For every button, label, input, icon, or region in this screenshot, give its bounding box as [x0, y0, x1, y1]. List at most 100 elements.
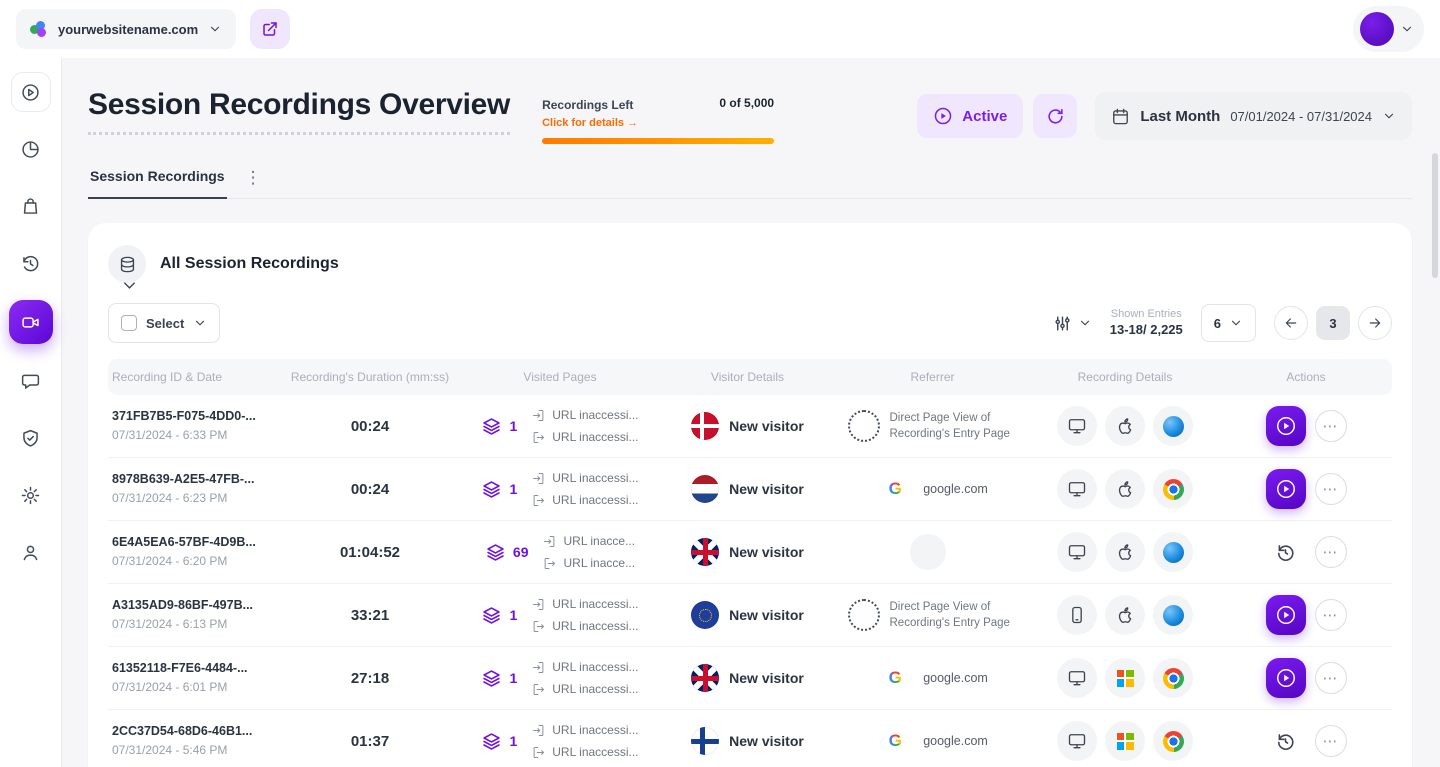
- open-website-button[interactable]: [250, 9, 290, 49]
- sidebar-item-settings[interactable]: [11, 475, 51, 515]
- account-menu[interactable]: [1353, 6, 1424, 52]
- entry-url: URL inaccessi...: [552, 723, 638, 737]
- entry-page-link[interactable]: URL inaccessi...: [531, 471, 638, 486]
- sidebar-item-history[interactable]: [11, 243, 51, 283]
- row-options-button[interactable]: ⋯: [1315, 536, 1347, 568]
- desktop-device-icon: [1057, 721, 1097, 761]
- active-status-button[interactable]: Active: [917, 94, 1023, 138]
- replay-recording-button[interactable]: [1266, 721, 1306, 761]
- entry-url: URL inaccessi...: [552, 660, 638, 674]
- recordings-count: 0 of 5,000: [719, 96, 774, 110]
- refresh-button[interactable]: [1033, 94, 1077, 138]
- edge-browser-icon: [1153, 532, 1193, 572]
- main-content: Session Recordings Overview Recordings L…: [62, 58, 1440, 767]
- replay-recording-button[interactable]: [1266, 532, 1306, 572]
- chrome-browser-icon: [1153, 721, 1193, 761]
- active-label: Active: [962, 108, 1007, 125]
- refresh-icon: [1046, 107, 1065, 126]
- page-entry-icon: [542, 534, 557, 549]
- row-options-button[interactable]: ⋯: [1315, 473, 1347, 505]
- visitor-type: New visitor: [729, 481, 804, 497]
- sidebar-item-feedback[interactable]: [11, 361, 51, 401]
- date-preset: Last Month: [1140, 108, 1220, 125]
- table-row[interactable]: 6E4A5EA6-57BF-4D9B... 07/31/2024 - 6:20 …: [108, 521, 1392, 584]
- scrollbar-thumb[interactable]: [1432, 153, 1438, 278]
- recordings-collection-toggle[interactable]: [108, 245, 146, 283]
- sidebar-item-launch[interactable]: [11, 72, 51, 112]
- page-entry-icon: [531, 471, 546, 486]
- external-link-icon: [261, 20, 279, 38]
- date-range-picker[interactable]: Last Month 07/01/2024 - 07/31/2024: [1095, 92, 1412, 140]
- table-row[interactable]: 2CC37D54-68D6-46B1... 07/31/2024 - 5:46 …: [108, 710, 1392, 767]
- play-recording-button[interactable]: [1266, 469, 1306, 509]
- exit-page-link[interactable]: URL inacce...: [542, 556, 635, 571]
- table-row[interactable]: 8978B639-A2E5-47FB-... 07/31/2024 - 6:23…: [108, 458, 1392, 521]
- page-entry-icon: [531, 660, 546, 675]
- select-all-checkbox[interactable]: [121, 315, 137, 331]
- play-circle-icon: [933, 106, 953, 126]
- sidebar-item-session-recordings[interactable]: [9, 300, 53, 344]
- recording-duration: 27:18: [351, 670, 389, 687]
- scrollbar[interactable]: [1431, 58, 1439, 767]
- exit-page-link[interactable]: URL inaccessi...: [531, 745, 638, 760]
- play-recording-button[interactable]: [1266, 595, 1306, 635]
- sidebar-item-account[interactable]: [11, 532, 51, 572]
- sidebar-item-ecommerce[interactable]: [11, 186, 51, 226]
- table-row[interactable]: 61352118-F7E6-4484-... 07/31/2024 - 6:01…: [108, 647, 1392, 710]
- layers-icon: [481, 668, 502, 689]
- recording-duration: 33:21: [351, 607, 389, 624]
- table-row[interactable]: 371FB7B5-F075-4DD0-... 07/31/2024 - 6:33…: [108, 395, 1392, 458]
- entry-page-link[interactable]: URL inaccessi...: [531, 597, 638, 612]
- entry-page-link[interactable]: URL inaccessi...: [531, 408, 638, 423]
- exit-url: URL inaccessi...: [552, 493, 638, 507]
- direct-referrer-icon: [848, 410, 880, 442]
- entry-url: URL inaccessi...: [552, 471, 638, 485]
- table-row[interactable]: A3135AD9-86BF-497B... 07/31/2024 - 6:13 …: [108, 584, 1392, 647]
- exit-page-link[interactable]: URL inaccessi...: [531, 682, 638, 697]
- exit-page-link[interactable]: URL inaccessi...: [531, 430, 638, 445]
- click-for-details-link[interactable]: Click for details →: [542, 117, 638, 129]
- exit-page-link[interactable]: URL inaccessi...: [531, 493, 638, 508]
- column-header: Visitor Details: [660, 370, 835, 384]
- recording-duration: 00:24: [351, 481, 389, 498]
- apple-os-icon: [1105, 469, 1145, 509]
- entry-page-link[interactable]: URL inacce...: [542, 534, 635, 549]
- pagination: 3: [1274, 306, 1392, 340]
- google-icon: G: [877, 471, 913, 507]
- google-icon: G: [877, 723, 913, 759]
- play-recording-button[interactable]: [1266, 406, 1306, 446]
- visited-pages-count: 1: [509, 418, 517, 434]
- tab-session-recordings[interactable]: Session Recordings: [88, 168, 227, 199]
- current-page[interactable]: 3: [1316, 306, 1350, 340]
- row-options-button[interactable]: ⋯: [1315, 410, 1347, 442]
- play-recording-button[interactable]: [1266, 658, 1306, 698]
- row-options-button[interactable]: ⋯: [1315, 725, 1347, 757]
- sidebar: [0, 58, 62, 767]
- exit-url: URL inaccessi...: [552, 682, 638, 696]
- column-filter-button[interactable]: [1053, 314, 1092, 333]
- referrer-text: google.com: [923, 734, 988, 748]
- page-exit-icon: [531, 682, 546, 697]
- page-entry-icon: [531, 408, 546, 423]
- recording-duration: 00:24: [351, 418, 389, 435]
- sidebar-item-statistics[interactable]: [11, 129, 51, 169]
- visitor-country-flag: [691, 412, 719, 440]
- avatar: [1360, 12, 1394, 46]
- page-entry-icon: [531, 597, 546, 612]
- entry-page-link[interactable]: URL inaccessi...: [531, 660, 638, 675]
- website-selector[interactable]: yourwebsitename.com: [16, 9, 236, 49]
- page-size-dropdown[interactable]: 6: [1201, 304, 1256, 342]
- row-options-button[interactable]: ⋯: [1315, 662, 1347, 694]
- website-logo-icon: [30, 21, 48, 37]
- sidebar-item-privacy[interactable]: [11, 418, 51, 458]
- select-dropdown[interactable]: Select: [108, 303, 220, 343]
- entry-page-link[interactable]: URL inaccessi...: [531, 723, 638, 738]
- row-options-button[interactable]: ⋯: [1315, 599, 1347, 631]
- exit-page-link[interactable]: URL inaccessi...: [531, 619, 638, 634]
- previous-page-button[interactable]: [1274, 306, 1308, 340]
- next-page-button[interactable]: [1358, 306, 1392, 340]
- recording-date: 07/31/2024 - 5:46 PM: [112, 742, 227, 759]
- tab-options-menu[interactable]: ⋮: [245, 168, 262, 198]
- page-exit-icon: [542, 556, 557, 571]
- layers-icon: [481, 605, 502, 626]
